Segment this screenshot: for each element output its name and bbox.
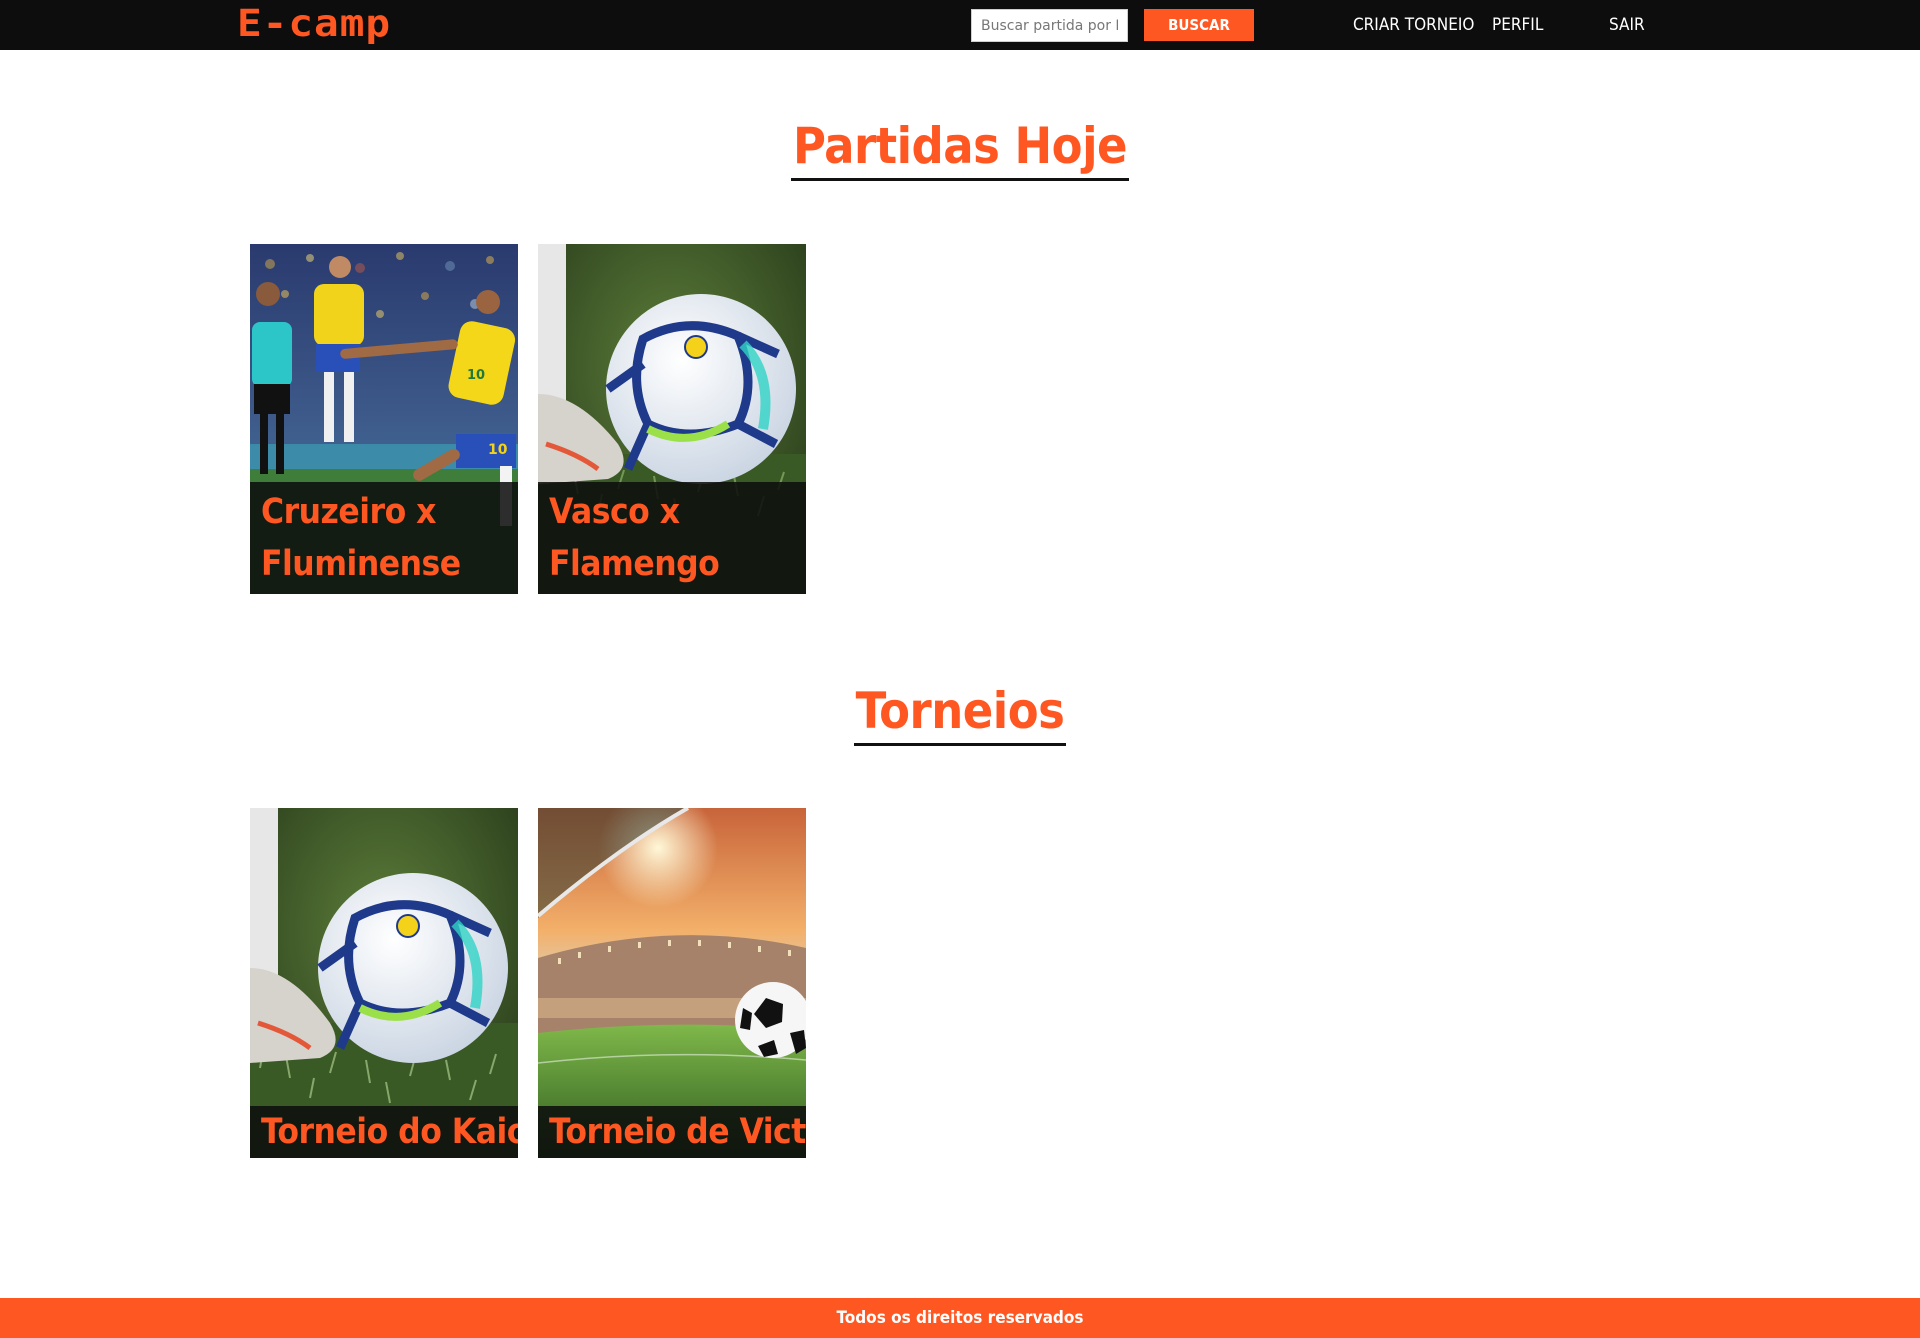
section-title-partidas-wrapper: Partidas Hoje [0,115,1920,181]
section-title-torneios: Torneios [853,680,1067,746]
search-match-id-input[interactable] [971,9,1128,42]
section-title-partidas: Partidas Hoje [790,115,1130,181]
search-button[interactable]: BUSCAR [1144,9,1254,41]
svg-text:10: 10 [467,368,485,383]
tournament-card-title: Torneio de Victor [538,1106,806,1158]
nav-create-tournament-link[interactable]: CRIAR TORNEIO [1353,12,1474,38]
top-navbar: E-camp BUSCAR CRIAR TORNEIO PERFIL SAIR [0,0,1920,50]
tournament-card-victor[interactable]: Torneio de Victor [538,808,806,1158]
match-card-title: Cruzeiro x Fluminense [250,482,518,594]
ecamp-logo[interactable]: E-camp [237,4,391,43]
footer: Todos os direitos reservados [0,1298,1920,1338]
footer-text: Todos os direitos reservados [836,1308,1084,1328]
svg-text:10: 10 [488,442,508,458]
match-card-title: Vasco x Flamengo [538,482,806,594]
nav-profile-link[interactable]: PERFIL [1492,12,1543,38]
match-card-vasco-flamengo[interactable]: Vasco x Flamengo [538,244,806,594]
match-card-cruzeiro-fluminense[interactable]: 10 10 Cruzeiro x Fluminense [250,244,518,594]
tournament-card-title: Torneio do Kaio [250,1106,518,1158]
section-title-torneios-wrapper: Torneios [0,680,1920,746]
nav-logout-link[interactable]: SAIR [1609,12,1645,38]
tournament-card-kaio[interactable]: Torneio do Kaio [250,808,518,1158]
